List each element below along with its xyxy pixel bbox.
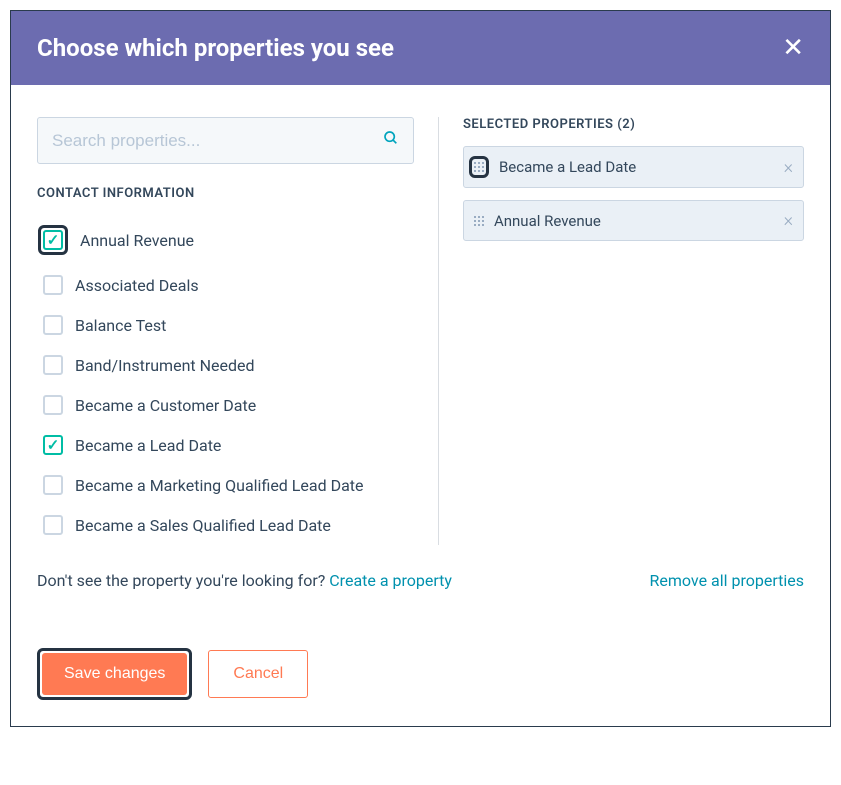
property-label: Annual Revenue xyxy=(80,231,194,250)
property-item[interactable]: Became a Lead Date xyxy=(37,425,414,465)
property-checkbox[interactable] xyxy=(43,275,63,295)
property-checkbox[interactable] xyxy=(43,230,63,250)
property-item[interactable]: Became a Marketing Qualified Lead Date xyxy=(37,465,414,505)
property-list: Annual Revenue Associated Deals Balance Te… xyxy=(37,215,414,545)
property-label: Associated Deals xyxy=(75,276,199,295)
property-item[interactable]: Became a Sales Qualified Lead Date xyxy=(37,505,414,545)
selected-item-label: Became a Lead Date xyxy=(499,158,774,176)
property-label: Became a Sales Qualified Lead Date xyxy=(75,516,331,535)
save-button-highlight: Save changes xyxy=(37,648,192,700)
footer-links: Don't see the property you're looking fo… xyxy=(11,563,830,600)
search-icon xyxy=(383,130,399,151)
selected-item[interactable]: Annual Revenue × xyxy=(463,200,804,241)
search-field-wrapper[interactable] xyxy=(37,117,414,164)
property-checkbox[interactable] xyxy=(43,515,63,535)
property-item[interactable]: Associated Deals xyxy=(37,265,414,305)
selected-label-text: SELECTED PROPERTIES xyxy=(463,117,614,132)
remove-all-link[interactable]: Remove all properties xyxy=(650,571,804,590)
property-checkbox[interactable] xyxy=(43,435,63,455)
search-input[interactable] xyxy=(52,131,383,151)
selected-properties-panel: SELECTED PROPERTIES (2) Became a Lead Da… xyxy=(438,117,804,545)
selected-count: 2 xyxy=(622,117,630,132)
selected-list: Became a Lead Date × Annual Revenue × xyxy=(463,146,804,241)
property-label: Became a Marketing Qualified Lead Date xyxy=(75,476,364,495)
create-property-link[interactable]: Create a property xyxy=(329,571,452,590)
property-checkbox[interactable] xyxy=(43,355,63,375)
remove-icon[interactable]: × xyxy=(784,157,793,178)
drag-handle-icon[interactable] xyxy=(474,162,484,172)
close-icon[interactable]: ✕ xyxy=(782,33,804,63)
property-item[interactable]: Balance Test xyxy=(37,305,414,345)
property-label: Became a Customer Date xyxy=(75,396,256,415)
available-properties-panel: CONTACT INFORMATION Annual Revenue Associ… xyxy=(37,117,414,545)
property-item[interactable]: Became a Customer Date xyxy=(37,385,414,425)
save-button[interactable]: Save changes xyxy=(42,653,187,695)
create-property-prompt: Don't see the property you're looking fo… xyxy=(37,571,452,590)
drag-handle-icon[interactable] xyxy=(474,216,484,226)
checkbox-highlight xyxy=(38,225,68,255)
footer-actions: Save changes Cancel xyxy=(11,600,830,726)
property-item[interactable]: Annual Revenue xyxy=(37,215,414,265)
remove-icon[interactable]: × xyxy=(784,210,793,231)
dialog-title: Choose which properties you see xyxy=(37,34,394,62)
property-checkbox[interactable] xyxy=(43,475,63,495)
missing-property-text: Don't see the property you're looking fo… xyxy=(37,571,329,590)
properties-dialog: Choose which properties you see ✕ CONTAC… xyxy=(10,10,831,727)
section-label: CONTACT INFORMATION xyxy=(37,186,414,201)
cancel-button[interactable]: Cancel xyxy=(208,650,308,698)
dialog-body: CONTACT INFORMATION Annual Revenue Associ… xyxy=(11,85,830,563)
property-checkbox[interactable] xyxy=(43,395,63,415)
drag-handle-highlight xyxy=(469,156,489,178)
dialog-header: Choose which properties you see ✕ xyxy=(11,11,830,85)
property-checkbox[interactable] xyxy=(43,315,63,335)
selected-heading: SELECTED PROPERTIES (2) xyxy=(463,117,804,132)
selected-item-label: Annual Revenue xyxy=(494,212,774,230)
property-item[interactable]: Band/Instrument Needed xyxy=(37,345,414,385)
property-label: Became a Lead Date xyxy=(75,436,221,455)
property-label: Band/Instrument Needed xyxy=(75,356,255,375)
property-label: Balance Test xyxy=(75,316,166,335)
selected-item[interactable]: Became a Lead Date × xyxy=(463,146,804,188)
